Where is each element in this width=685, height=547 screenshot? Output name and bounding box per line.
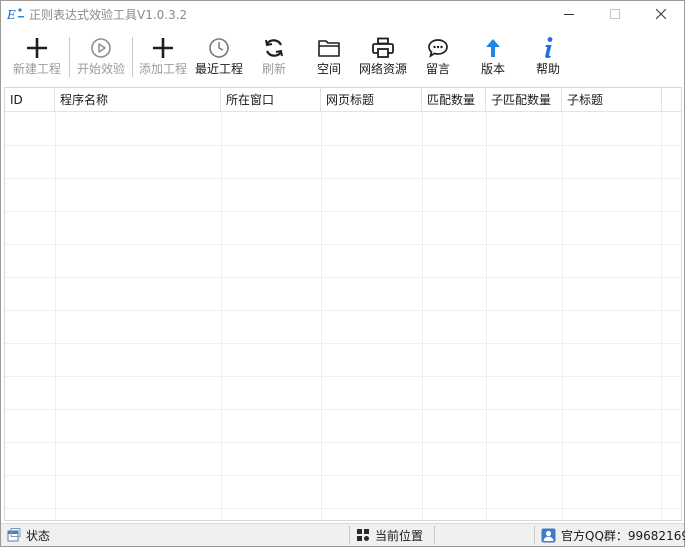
grid-line bbox=[5, 310, 681, 311]
grid-line bbox=[486, 112, 487, 520]
table-header: ID 程序名称 所在窗口 网页标题 匹配数量 子匹配数量 子标题 bbox=[5, 88, 681, 112]
new-project-button[interactable]: 新建工程 bbox=[11, 35, 63, 81]
column-header-submatch-count[interactable]: 子匹配数量 bbox=[486, 88, 562, 112]
refresh-label: 刷新 bbox=[261, 62, 286, 76]
grid-line bbox=[5, 409, 681, 410]
toolbar: 新建工程 开始效验 添加工程 最近工程 刷新 空间 网络资源 留言 版本 帮助 bbox=[1, 27, 684, 85]
status-divider bbox=[349, 526, 350, 544]
plus-icon bbox=[152, 35, 174, 61]
info-icon bbox=[540, 35, 556, 61]
grid-line bbox=[5, 211, 681, 212]
svg-text:E: E bbox=[7, 8, 16, 22]
play-circle-icon bbox=[90, 35, 112, 61]
position-grid-icon bbox=[357, 529, 369, 541]
new-project-label: 新建工程 bbox=[12, 62, 61, 76]
message-button[interactable]: 留言 bbox=[420, 35, 456, 81]
grid-line bbox=[5, 376, 681, 377]
column-header-subtitle[interactable]: 子标题 bbox=[562, 88, 662, 112]
close-button[interactable] bbox=[638, 1, 684, 27]
status-label: 状态 bbox=[26, 528, 51, 543]
grid-line bbox=[5, 145, 681, 146]
status-bar: 状态 当前位置 官方QQ群：99682169 bbox=[1, 523, 685, 546]
grid-line bbox=[5, 508, 681, 509]
maximize-button[interactable] bbox=[592, 1, 638, 27]
grid-line bbox=[321, 112, 322, 520]
message-label: 留言 bbox=[425, 62, 450, 76]
grid-line bbox=[562, 112, 563, 520]
clock-icon bbox=[208, 35, 230, 61]
arrow-up-icon bbox=[483, 35, 503, 61]
grid-line bbox=[55, 112, 56, 520]
grid-line bbox=[5, 178, 681, 179]
refresh-button[interactable]: 刷新 bbox=[256, 35, 292, 81]
maximize-icon bbox=[610, 9, 620, 19]
qq-group-label: 官方QQ群：99682169 bbox=[561, 528, 685, 543]
status-segment: 状态 bbox=[7, 524, 50, 546]
status-divider bbox=[534, 526, 535, 544]
grid-line bbox=[221, 112, 222, 520]
version-button[interactable]: 版本 bbox=[475, 35, 511, 81]
grid-line bbox=[5, 343, 681, 344]
add-project-label: 添加工程 bbox=[138, 62, 187, 76]
space-button[interactable]: 空间 bbox=[311, 35, 347, 81]
column-header-program-name[interactable]: 程序名称 bbox=[55, 88, 221, 112]
app-window: E 正则表达式效验工具V1.0.3.2 新建工程 开始效验 添加工程 最近工程 … bbox=[0, 0, 685, 547]
project-table[interactable]: ID 程序名称 所在窗口 网页标题 匹配数量 子匹配数量 子标题 bbox=[4, 87, 682, 521]
title-bar: E 正则表达式效验工具V1.0.3.2 bbox=[1, 1, 684, 27]
network-resources-button[interactable]: 网络资源 bbox=[356, 35, 410, 81]
network-resources-label: 网络资源 bbox=[358, 62, 407, 76]
column-header-page-title[interactable]: 网页标题 bbox=[321, 88, 422, 112]
start-verify-label: 开始效验 bbox=[76, 62, 125, 76]
window-title: 正则表达式效验工具V1.0.3.2 bbox=[29, 8, 188, 22]
refresh-icon bbox=[262, 35, 286, 61]
grid-line bbox=[661, 112, 662, 520]
space-label: 空间 bbox=[316, 62, 341, 76]
qq-group-segment[interactable]: 官方QQ群：99682169 bbox=[541, 524, 685, 546]
position-segment: 当前位置 bbox=[356, 524, 423, 546]
column-header-match-count[interactable]: 匹配数量 bbox=[422, 88, 486, 112]
version-label: 版本 bbox=[480, 62, 505, 76]
toolbar-separator bbox=[69, 37, 70, 77]
plus-icon bbox=[26, 35, 48, 61]
current-position-label: 当前位置 bbox=[375, 528, 424, 543]
app-logo-icon: E bbox=[6, 6, 25, 22]
window-status-icon bbox=[7, 528, 21, 542]
grid-line bbox=[422, 112, 423, 520]
user-icon bbox=[541, 528, 556, 542]
recent-projects-button[interactable]: 最近工程 bbox=[192, 35, 246, 81]
minimize-button[interactable] bbox=[546, 1, 592, 27]
chat-bubble-icon bbox=[427, 35, 449, 61]
column-header-window[interactable]: 所在窗口 bbox=[221, 88, 321, 112]
grid-line bbox=[5, 277, 681, 278]
toolbar-separator bbox=[132, 37, 133, 77]
help-button[interactable]: 帮助 bbox=[530, 35, 566, 81]
status-divider bbox=[434, 526, 435, 544]
start-verify-button[interactable]: 开始效验 bbox=[74, 35, 128, 81]
help-label: 帮助 bbox=[535, 62, 560, 76]
close-icon bbox=[656, 9, 666, 19]
grid-line bbox=[5, 442, 681, 443]
add-project-button[interactable]: 添加工程 bbox=[137, 35, 189, 81]
minimize-icon bbox=[564, 14, 574, 15]
column-header-id[interactable]: ID bbox=[5, 88, 55, 112]
printer-icon bbox=[371, 35, 395, 61]
grid-line bbox=[5, 475, 681, 476]
recent-projects-label: 最近工程 bbox=[194, 62, 243, 76]
grid-line bbox=[5, 244, 681, 245]
folder-icon bbox=[317, 35, 341, 61]
